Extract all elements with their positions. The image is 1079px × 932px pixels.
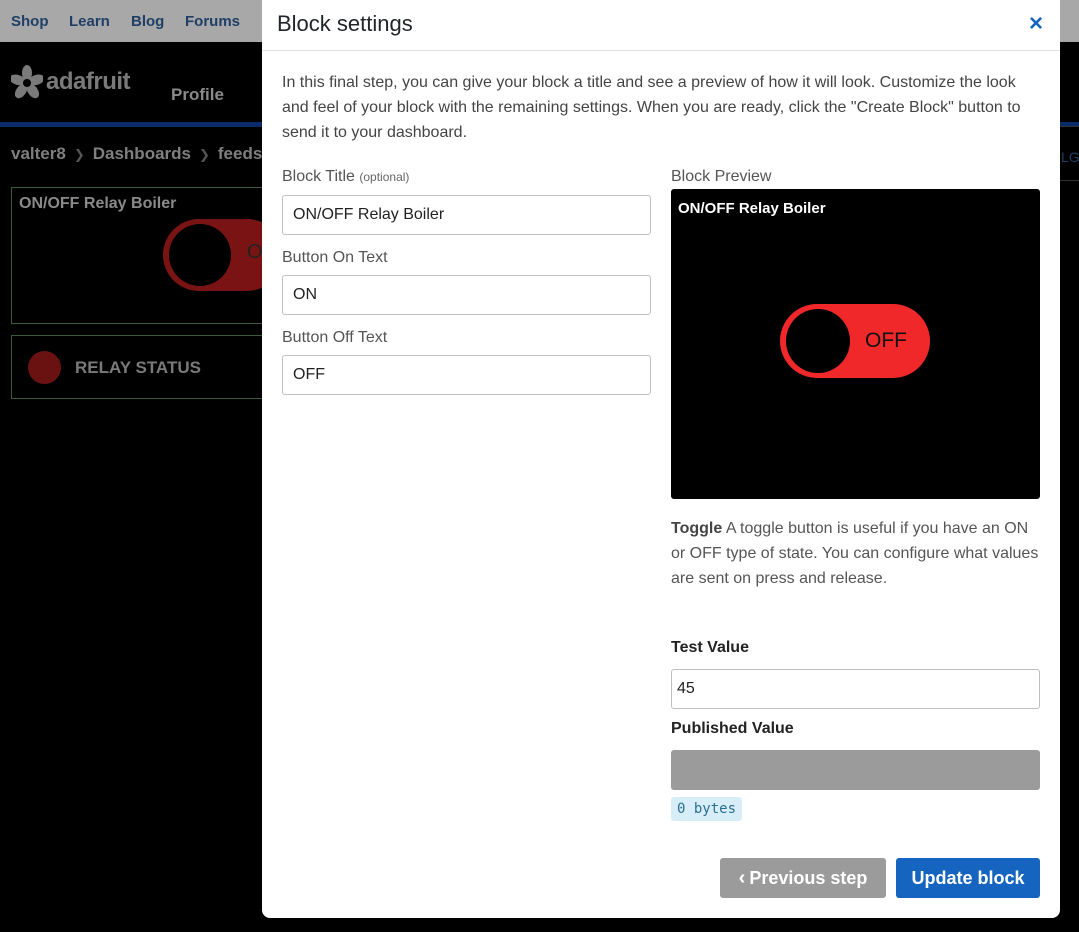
test-value-label: Test Value — [671, 639, 749, 656]
off-text-input[interactable] — [282, 355, 651, 395]
status-indicator-icon — [28, 351, 61, 384]
block-title: ON/OFF Relay Boiler — [19, 195, 177, 212]
indicator-title: RELAY STATUS — [75, 358, 201, 377]
breadcrumb-dashboards[interactable]: Dashboards — [93, 144, 191, 163]
previous-step-button[interactable]: ‹ Previous step — [720, 858, 886, 898]
toggle-state-label: OFF — [865, 329, 907, 352]
off-text-label: Button Off Text — [282, 329, 388, 346]
chevron-right-icon: ❯ — [73, 147, 85, 162]
published-value-label: Published Value — [671, 720, 794, 737]
side-button-label: LG — [1061, 149, 1079, 165]
logo-text: adafruit — [46, 68, 131, 95]
nav-forums-link[interactable]: Forums — [185, 13, 240, 30]
toggle-knob — [786, 309, 850, 373]
update-block-button[interactable]: Update block — [896, 858, 1040, 898]
on-text-input[interactable] — [282, 275, 651, 315]
dashboard-toggle-block: ON/OFF Relay Boiler O — [11, 187, 283, 324]
block-preview: ON/OFF Relay Boiler OFF — [671, 189, 1040, 499]
breadcrumb-user[interactable]: valter8 — [11, 144, 66, 163]
dashboard-indicator-block: RELAY STATUS — [11, 335, 273, 399]
block-preview-label: Block Preview — [671, 168, 772, 185]
block-settings-modal: Block settings × In this final step, you… — [262, 0, 1060, 918]
breadcrumb: valter8 ❯ Dashboards ❯ feeds — [11, 144, 262, 164]
block-title-label-text: Block Title — [282, 168, 355, 185]
profile-link[interactable]: Profile — [171, 85, 224, 105]
preview-title: ON/OFF Relay Boiler — [678, 200, 826, 217]
nav-learn-link[interactable]: Learn — [69, 13, 110, 30]
optional-hint: (optional) — [359, 170, 410, 184]
modal-header: Block settings × — [262, 0, 1060, 51]
chevron-left-icon: ‹ — [738, 867, 746, 889]
nav-shop-link[interactable]: Shop — [11, 13, 49, 30]
nav-blog-link[interactable]: Blog — [131, 13, 164, 30]
block-type-text: A toggle button is useful if you have an… — [671, 520, 1039, 587]
chevron-right-icon: ❯ — [198, 147, 210, 162]
previous-step-label: Previous step — [749, 868, 868, 888]
test-value-input[interactable] — [671, 669, 1040, 709]
flower-logo-icon — [11, 65, 43, 99]
modal-title: Block settings — [277, 11, 413, 36]
on-text-label: Button On Text — [282, 249, 388, 266]
toggle-label: O — [247, 241, 263, 263]
block-title-input[interactable] — [282, 195, 651, 235]
block-type-description: Toggle A toggle button is useful if you … — [671, 516, 1043, 591]
preview-toggle-switch[interactable]: OFF — [780, 304, 930, 378]
breadcrumb-feeds[interactable]: feeds — [218, 144, 262, 163]
intro-text: In this final step, you can give your bl… — [282, 74, 1021, 141]
bytes-badge: 0 bytes — [671, 797, 743, 821]
close-icon[interactable]: × — [1024, 11, 1048, 37]
published-value-display — [671, 750, 1040, 790]
adafruit-logo[interactable]: adafruit — [11, 62, 131, 102]
background-side-button: LG — [1058, 126, 1079, 181]
toggle-knob — [169, 224, 231, 286]
block-type-name: Toggle — [671, 520, 723, 537]
block-title-label: Block Title (optional) — [282, 168, 409, 186]
